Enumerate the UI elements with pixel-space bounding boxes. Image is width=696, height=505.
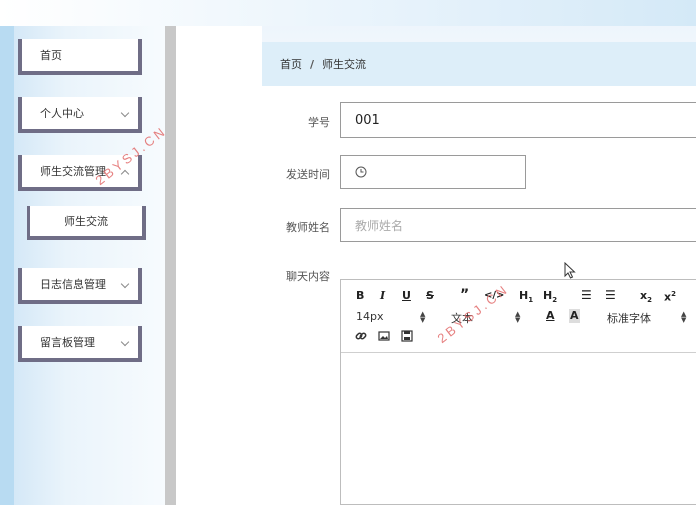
font-color-button[interactable]: A — [546, 309, 555, 323]
clock-icon — [355, 166, 367, 178]
video-icon[interactable] — [401, 330, 413, 342]
breadcrumb-current: 师生交流 — [322, 58, 367, 71]
font-family-select[interactable]: 标准字体 ▲ ▼ — [607, 310, 687, 326]
content-gutter — [176, 26, 262, 505]
ordered-list-icon[interactable]: ☰ — [581, 288, 592, 302]
sidebar-edge — [0, 26, 14, 505]
heading-1-button[interactable]: H1 — [519, 289, 533, 307]
link-icon[interactable] — [355, 330, 367, 342]
teacher-name-input[interactable]: 教师姓名 — [340, 208, 696, 242]
strikethrough-button[interactable]: S — [426, 289, 434, 303]
heading-2-button[interactable]: H2 — [543, 289, 557, 307]
chat-content-editor[interactable]: B I U S ” </> H1 H2 ☰ ☰ x2 x2 14px ▲ ▼ 文本… — [340, 279, 696, 505]
student-id-input[interactable]: 001 — [340, 102, 696, 138]
teacher-name-label: 教师姓名 — [286, 221, 330, 234]
font-family-value: 标准字体 — [607, 312, 651, 325]
sidebar-item-label: 留言板管理 — [40, 336, 95, 349]
sidebar-item-log-management[interactable]: 日志信息管理 — [18, 268, 142, 304]
sidebar-item-label: 日志信息管理 — [40, 278, 106, 291]
sidebar-item-label: 个人中心 — [40, 107, 84, 120]
chat-content-label: 聊天内容 — [286, 270, 330, 283]
student-id-label: 学号 — [308, 116, 330, 129]
breadcrumb-separator: / — [310, 57, 315, 71]
superscript-button[interactable]: x2 — [664, 287, 676, 305]
top-strip — [0, 0, 696, 26]
sidebar-divider — [165, 26, 176, 505]
select-arrows-icon: ▲ ▼ — [420, 310, 426, 324]
bold-button[interactable]: B — [356, 289, 364, 303]
underline-button[interactable]: U — [402, 289, 411, 303]
bullet-list-icon[interactable]: ☰ — [605, 288, 616, 302]
sidebar-item-label: 首页 — [40, 49, 62, 62]
select-arrows-icon: ▲ ▼ — [515, 310, 521, 324]
italic-button[interactable]: I — [380, 289, 385, 303]
sidebar-subitem-label: 师生交流 — [64, 215, 108, 228]
sidebar-subitem-teacher-student-exchange[interactable]: 师生交流 — [27, 206, 146, 240]
send-time-input[interactable] — [340, 155, 526, 189]
sidebar-item-personal-center[interactable]: 个人中心 — [18, 97, 142, 133]
blockquote-icon[interactable]: ” — [460, 288, 469, 302]
breadcrumb: 首页 / 师生交流 — [262, 42, 696, 86]
select-arrows-icon: ▲ ▼ — [681, 310, 687, 324]
editor-toolbar: B I U S ” </> H1 H2 ☰ ☰ x2 x2 14px ▲ ▼ 文本… — [341, 280, 696, 353]
chevron-down-icon — [120, 337, 130, 347]
font-size-value: 14px — [356, 310, 384, 323]
font-size-select[interactable]: 14px ▲ ▼ — [356, 310, 426, 324]
subscript-button[interactable]: x2 — [640, 289, 652, 307]
sidebar-item-message-board-management[interactable]: 留言板管理 — [18, 326, 142, 362]
breadcrumb-home[interactable]: 首页 — [280, 56, 302, 72]
background-color-button[interactable]: A — [569, 309, 580, 323]
chevron-down-icon — [120, 108, 130, 118]
chevron-down-icon — [120, 279, 130, 289]
send-time-label: 发送时间 — [286, 168, 330, 181]
mouse-cursor-icon — [564, 262, 576, 279]
image-icon[interactable] — [378, 330, 390, 342]
sidebar-item-home[interactable]: 首页 — [18, 39, 142, 75]
